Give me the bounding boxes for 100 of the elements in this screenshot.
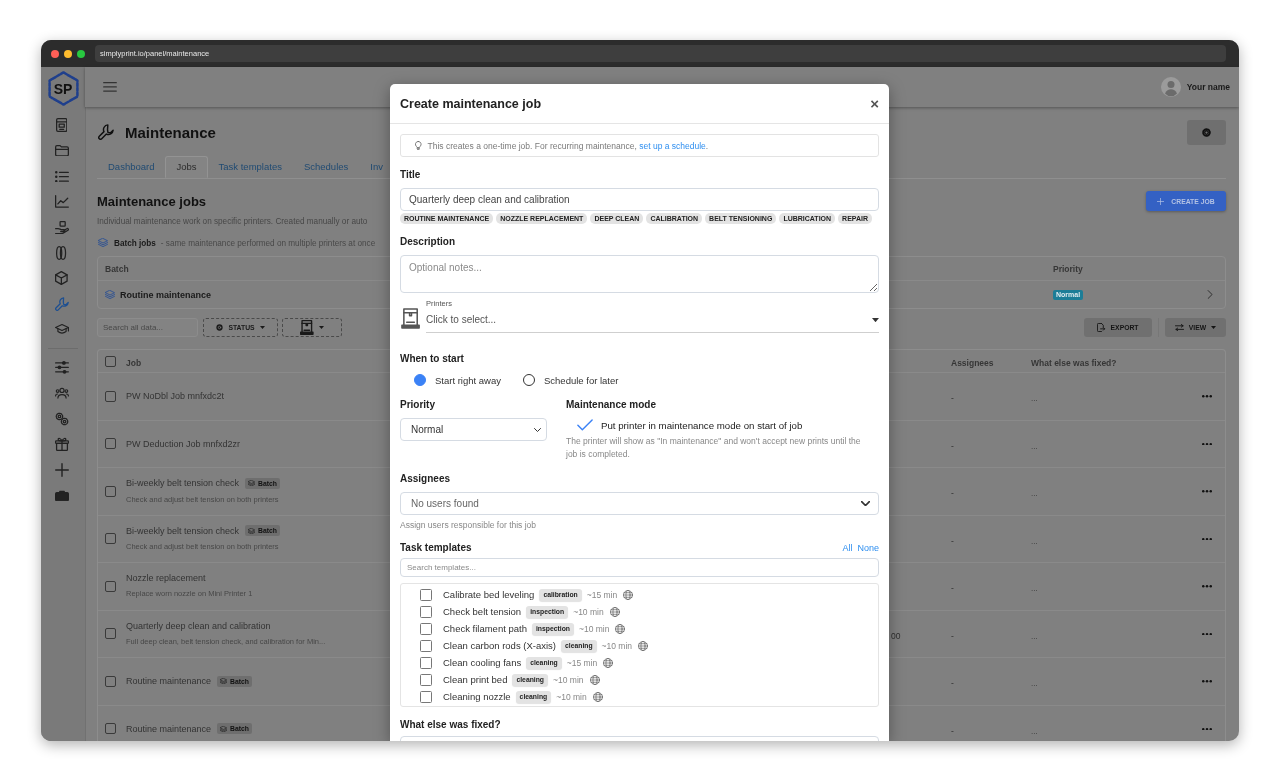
column-header: Assignees	[951, 358, 994, 368]
caret-icon	[872, 317, 879, 323]
printer-icon[interactable]	[55, 118, 68, 133]
settings-button[interactable]	[1187, 119, 1226, 145]
job-title[interactable]: PW NoDbl Job mnfxdc2t	[126, 391, 225, 402]
job-title[interactable]: Routine maintenance	[126, 676, 212, 687]
select-none-link[interactable]: None	[857, 543, 879, 553]
template-name[interactable]: Check filament path	[443, 623, 527, 634]
template-name[interactable]: Clean cooling fans	[443, 657, 522, 668]
radio-button[interactable]	[523, 374, 535, 386]
list-icon[interactable]	[54, 170, 69, 182]
job-title[interactable]: Bi-weekly belt tension check	[126, 525, 240, 536]
schedule-link[interactable]: set up a schedule	[639, 140, 706, 151]
more-icon[interactable]	[1202, 490, 1212, 493]
layers-icon	[248, 480, 256, 487]
more-icon[interactable]	[1202, 680, 1212, 683]
swap-icon	[1174, 323, 1184, 332]
job-title[interactable]: PW Deduction Job mnfxd2zr	[126, 438, 241, 449]
tab[interactable]: Jobs	[165, 156, 208, 178]
checkbox[interactable]	[105, 390, 116, 402]
table-cell: -	[951, 535, 954, 546]
description-field[interactable]: Optional notes...	[400, 255, 879, 293]
sliders-icon[interactable]	[54, 361, 69, 375]
checkbox-label[interactable]: Put printer in maintenance mode on start of job	[601, 419, 803, 431]
radio-label[interactable]: Start right away	[435, 374, 501, 386]
title-input[interactable]: Quarterly deep clean and calibration	[400, 188, 879, 211]
layers-icon	[220, 725, 228, 732]
batch-name[interactable]: Routine maintenance	[120, 289, 211, 300]
hand-with-box-icon[interactable]	[54, 220, 69, 234]
checkbox[interactable]	[105, 438, 116, 450]
radio-button[interactable]	[414, 374, 426, 386]
template-name[interactable]: Calibrate bed leveling	[443, 589, 535, 600]
gift-icon[interactable]	[54, 437, 69, 452]
more-icon[interactable]	[1202, 442, 1212, 445]
template-name[interactable]: Clean print bed	[443, 674, 508, 685]
cube-icon[interactable]	[55, 271, 68, 286]
checkbox[interactable]	[105, 355, 116, 367]
checkbox[interactable]	[105, 723, 116, 735]
checkbox[interactable]	[577, 419, 593, 431]
select-all-link[interactable]: All	[842, 543, 853, 553]
checkbox[interactable]	[420, 656, 432, 669]
job-title[interactable]: Nozzle replacement	[126, 573, 206, 584]
table-cell: ...	[1031, 584, 1038, 594]
spool-icon[interactable]	[56, 245, 67, 260]
template-name[interactable]: Clean carbon rods (X-axis)	[443, 640, 556, 651]
priority-select[interactable]: Normal	[400, 418, 547, 441]
field-label: When to start	[400, 353, 464, 365]
dialog-title: Create maintenance job	[400, 96, 541, 111]
table-cell: ...	[1031, 394, 1038, 404]
job-title[interactable]: Quarterly deep clean and calibration	[126, 620, 271, 631]
checkbox[interactable]	[420, 605, 432, 618]
field-label: What else was fixed?	[400, 719, 501, 731]
checkbox[interactable]	[105, 485, 116, 497]
checkbox[interactable]	[420, 673, 432, 686]
checkbox[interactable]	[420, 639, 432, 652]
page-title: Maintenance	[125, 123, 216, 141]
plus-icon[interactable]	[54, 462, 69, 477]
assignees-select[interactable]: No users found	[400, 492, 879, 515]
folder-icon[interactable]	[54, 145, 69, 157]
column-header: Priority	[1053, 263, 1083, 274]
printer-filter-button[interactable]	[282, 318, 342, 337]
template-name[interactable]: Cleaning nozzle	[443, 691, 511, 702]
checkbox[interactable]	[420, 690, 432, 703]
checkbox[interactable]	[105, 675, 116, 687]
checkbox[interactable]	[420, 588, 432, 601]
checkbox[interactable]	[105, 580, 116, 592]
close-window-button[interactable]	[51, 49, 59, 58]
checkbox[interactable]	[105, 533, 116, 545]
user-name[interactable]: Your name	[1186, 82, 1230, 92]
graduation-cap-icon[interactable]	[54, 324, 69, 335]
more-icon[interactable]	[1202, 585, 1212, 588]
field-label: Maintenance mode	[566, 399, 657, 411]
globe-icon	[609, 606, 620, 617]
checkbox[interactable]	[420, 622, 432, 635]
close-button[interactable]: ×	[870, 96, 879, 111]
wrench-icon	[98, 124, 114, 140]
menu-icon[interactable]	[103, 82, 117, 92]
globe-icon	[589, 674, 600, 685]
briefcase-icon[interactable]	[54, 489, 69, 501]
users-icon[interactable]	[54, 387, 69, 400]
table-cell: -	[951, 725, 954, 736]
table-cell: ...	[1031, 536, 1038, 546]
template-name[interactable]: Check belt tension	[443, 606, 522, 617]
more-icon[interactable]	[1202, 537, 1212, 540]
gears-icon[interactable]	[54, 411, 69, 426]
chart-icon[interactable]	[54, 195, 69, 209]
chevron-right-icon[interactable]	[1207, 290, 1213, 299]
job-title[interactable]: Routine maintenance	[126, 723, 212, 734]
more-icon[interactable]	[1202, 632, 1212, 635]
logo[interactable]: SP	[45, 71, 81, 106]
duration-text: ~10 min	[601, 640, 633, 651]
checkbox[interactable]	[105, 628, 116, 640]
file-icon	[1097, 323, 1106, 332]
job-title[interactable]: Bi-weekly belt tension check	[126, 478, 240, 489]
minimize-window-button[interactable]	[64, 49, 72, 58]
more-icon[interactable]	[1202, 395, 1212, 398]
globe-icon	[592, 691, 603, 702]
maximize-window-button[interactable]	[77, 49, 85, 58]
more-icon[interactable]	[1202, 727, 1212, 730]
radio-label[interactable]: Schedule for later	[544, 374, 619, 386]
